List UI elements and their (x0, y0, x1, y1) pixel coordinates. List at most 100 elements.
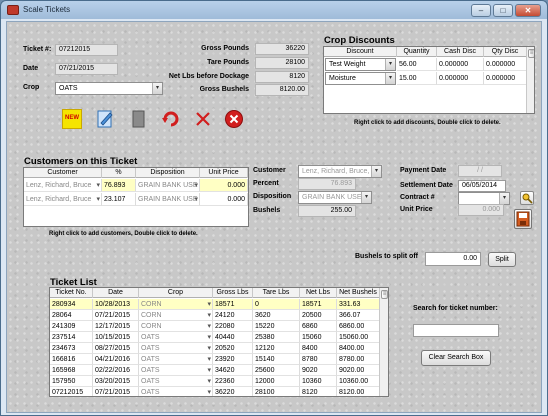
undo-icon[interactable] (161, 109, 181, 129)
table-row[interactable]: 2806407/21/2015CORN24120362020500366.07 (50, 310, 380, 321)
column-header[interactable]: Qty Disc (484, 47, 527, 57)
net-lbs-cell[interactable]: 9020 (300, 365, 337, 376)
table-row[interactable]: 15795003/20/2015OATS22360120001036010360… (50, 376, 380, 387)
crop-discounts-grid[interactable]: Discount Quantity Cash Disc Qty Disc Tes… (323, 46, 535, 114)
split-button[interactable]: Split (488, 252, 516, 267)
date-field[interactable]: 07/21/2015 (55, 63, 118, 75)
minimize-button[interactable]: – (471, 4, 491, 17)
title-bar[interactable]: Scale Tickets – □ ✕ (1, 1, 547, 19)
chevron-down-icon[interactable]: ▾ (385, 73, 395, 84)
tare-pounds-field[interactable]: 28100 (255, 57, 309, 69)
net-bushels-cell[interactable]: 331.63 (337, 299, 380, 310)
column-header[interactable]: Discount (324, 47, 397, 57)
edit-icon[interactable] (95, 109, 115, 129)
chevron-down-icon[interactable]: ▾ (499, 193, 509, 204)
qty-disc-cell[interactable]: 0.000000 (484, 58, 527, 71)
tare-lbs-cell[interactable]: 0 (253, 299, 300, 310)
cash-disc-cell[interactable]: 0.000000 (437, 72, 484, 85)
discount-select[interactable]: Moisture ▾ (325, 72, 396, 85)
gross-lbs-cell[interactable]: 22360 (213, 376, 253, 387)
ticket-list-grid[interactable]: Ticket No. Date Crop Gross Lbs Tare Lbs … (49, 287, 389, 397)
tare-lbs-cell[interactable]: 28100 (253, 387, 300, 396)
chevron-down-icon[interactable]: ▾ (152, 83, 162, 94)
gross-lbs-cell[interactable]: 24120 (213, 310, 253, 321)
scroll-thumb[interactable] (528, 49, 534, 58)
close-button[interactable]: ✕ (515, 4, 541, 17)
search-input[interactable] (413, 324, 499, 337)
crop-cell[interactable]: OATS (139, 376, 213, 387)
tare-lbs-cell[interactable]: 3620 (253, 310, 300, 321)
date-cell[interactable]: 07/21/2015 (93, 310, 139, 321)
net-lbs-cell[interactable]: 8120 (300, 387, 337, 396)
maximize-button[interactable]: □ (493, 4, 513, 17)
net-lbs-cell[interactable]: 8780 (300, 354, 337, 365)
table-row[interactable]: Test Weight ▾ 56.00 0.000000 0.000000 (324, 58, 527, 71)
column-header[interactable]: Disposition (136, 168, 200, 178)
settlement-date-field[interactable]: 06/05/2014 (458, 180, 506, 192)
net-lbs-cell[interactable]: 10360 (300, 376, 337, 387)
quantity-cell[interactable]: 56.00 (397, 58, 437, 71)
table-row[interactable]: 24130912/17/2015CORN220801522068606860.0… (50, 321, 380, 332)
ticket-no-cell[interactable]: 07212015 (50, 387, 93, 396)
column-header[interactable]: Gross Lbs (213, 288, 253, 298)
ticket-no-cell[interactable]: 28064 (50, 310, 93, 321)
net-bushels-cell[interactable]: 9020.00 (337, 365, 380, 376)
crop-cell[interactable]: CORN (139, 310, 213, 321)
gross-lbs-cell[interactable]: 34620 (213, 365, 253, 376)
table-row[interactable]: 16681604/21/2016OATS239201514087808780.0… (50, 354, 380, 365)
gross-lbs-cell[interactable]: 18571 (213, 299, 253, 310)
ticket-no-cell[interactable]: 166816 (50, 354, 93, 365)
date-cell[interactable]: 03/20/2015 (93, 376, 139, 387)
search-icon[interactable] (520, 191, 534, 205)
gross-lbs-cell[interactable]: 23920 (213, 354, 253, 365)
table-row[interactable]: 28093410/28/2013CORN18571018571331.63 (50, 299, 380, 310)
percent-cell[interactable]: 23.107 (102, 193, 136, 206)
scroll-thumb[interactable] (381, 290, 388, 299)
disposition-cell[interactable]: GRAIN BANK USE (136, 193, 200, 206)
unit-price-field[interactable]: 0.000 (458, 204, 504, 216)
date-cell[interactable]: 04/21/2016 (93, 354, 139, 365)
qty-disc-cell[interactable]: 0.000000 (484, 72, 527, 85)
crop-cell[interactable]: OATS (139, 343, 213, 354)
crop-select[interactable]: OATS ▾ (55, 82, 163, 95)
tare-lbs-cell[interactable]: 15140 (253, 354, 300, 365)
net-lbs-cell[interactable]: 20500 (300, 310, 337, 321)
crop-cell[interactable]: OATS (139, 387, 213, 396)
column-header[interactable]: Cash Disc (437, 47, 484, 57)
column-header[interactable]: Unit Price (200, 168, 248, 178)
net-bushels-cell[interactable]: 8120.00 (337, 387, 380, 396)
copy-icon[interactable] (128, 109, 148, 129)
chevron-down-icon[interactable]: ▾ (361, 192, 371, 203)
net-bushels-cell[interactable]: 8780.00 (337, 354, 380, 365)
net-bushels-cell[interactable]: 10360.00 (337, 376, 380, 387)
column-header[interactable]: Customer (24, 168, 102, 178)
table-row[interactable]: 23467308/27/2015OATS205201212084008400.0… (50, 343, 380, 354)
gross-pounds-field[interactable]: 36220 (255, 43, 309, 55)
crop-cell[interactable]: CORN (139, 321, 213, 332)
tare-lbs-cell[interactable]: 25600 (253, 365, 300, 376)
date-cell[interactable]: 02/22/2016 (93, 365, 139, 376)
column-header[interactable]: Tare Lbs (253, 288, 300, 298)
cash-disc-cell[interactable]: 0.000000 (437, 58, 484, 71)
chevron-down-icon[interactable]: ▾ (371, 166, 381, 177)
net-lbs-cell[interactable]: 18571 (300, 299, 337, 310)
cancel-x-icon[interactable] (193, 109, 213, 129)
tare-lbs-cell[interactable]: 12000 (253, 376, 300, 387)
date-cell[interactable]: 07/21/2015 (93, 387, 139, 396)
clear-search-button[interactable]: Clear Search Box (421, 350, 491, 366)
crop-cell[interactable]: OATS (139, 354, 213, 365)
ticket-no-cell[interactable]: 165968 (50, 365, 93, 376)
net-lbs-field[interactable]: 8120 (255, 71, 309, 83)
new-icon[interactable]: NEW (62, 109, 82, 129)
date-cell[interactable]: 12/17/2015 (93, 321, 139, 332)
column-header[interactable]: % (102, 168, 136, 178)
disposition-cell[interactable]: GRAIN BANK USE (136, 179, 200, 192)
customer-cell[interactable]: Lenz, Richard, Bruce (24, 193, 102, 206)
date-cell[interactable]: 10/15/2015 (93, 332, 139, 343)
net-lbs-cell[interactable]: 6860 (300, 321, 337, 332)
customer-detail-select[interactable]: Lenz, Richard, Bruce, Chi ▾ (298, 165, 382, 178)
split-bushels-field[interactable]: 0.00 (425, 252, 481, 266)
crop-cell[interactable]: CORN (139, 299, 213, 310)
ticket-no-cell[interactable]: 157950 (50, 376, 93, 387)
payment-date-field[interactable]: / / (458, 165, 502, 177)
